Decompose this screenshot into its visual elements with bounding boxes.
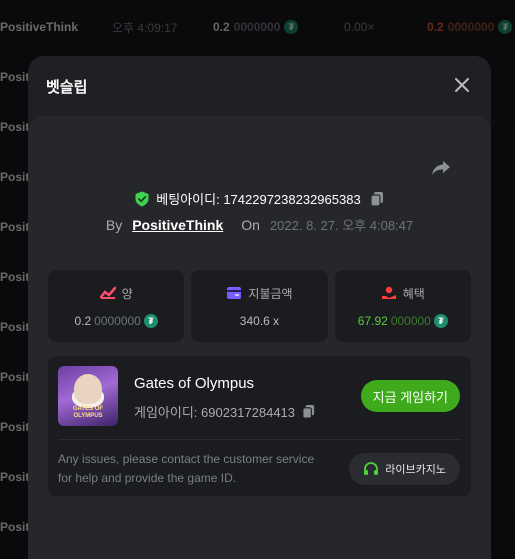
game-card: GATES OF OLYMPUS Gates of Olympus 게임아이디:…	[48, 356, 471, 496]
shield-check-icon	[135, 191, 149, 206]
game-thumbnail[interactable]: GATES OF OLYMPUS	[58, 366, 118, 426]
betslip-details: 베팅아이디: 1742297238232965383 By PositiveTh…	[28, 116, 491, 559]
by-label: By	[105, 216, 123, 233]
tether-icon: ₮	[143, 313, 158, 328]
bet-stats: 양 0.2 0000000 ₮ 지불금액 340.6 x 혜택 67.92 00…	[48, 270, 471, 342]
help-text: Any issues, please contact the customer …	[58, 452, 315, 485]
copy-icon[interactable]	[369, 191, 385, 207]
headset-icon	[364, 462, 379, 475]
live-casino-button[interactable]: 라이브카지노	[349, 453, 460, 485]
stat-wager-value: 0.2	[74, 313, 92, 328]
stat-payout: 지불금액 340.6 x	[191, 270, 328, 342]
tether-icon: ₮	[433, 313, 448, 328]
game-id: 게임아이디: 6902317284413	[134, 405, 296, 420]
close-button[interactable]	[451, 74, 473, 96]
stat-profit-value: 67.92	[357, 313, 388, 328]
stat-payout-value: 340.6 x	[239, 313, 280, 328]
divider	[58, 439, 461, 440]
stat-wager-label: 양	[121, 286, 133, 301]
stat-payout-label: 지불금액	[248, 286, 293, 301]
game-id-line: 게임아이디: 6902317284413	[134, 402, 316, 421]
on-label: On	[241, 216, 260, 233]
bet-id: 베팅아이디: 1742297238232965383	[156, 192, 361, 207]
copy-icon[interactable]	[301, 404, 316, 419]
share-icon[interactable]	[429, 156, 453, 180]
wager-icon	[99, 286, 116, 299]
bet-id-line: 베팅아이디: 1742297238232965383	[28, 189, 491, 208]
close-icon[interactable]	[455, 78, 469, 92]
by-line: By PositiveThink On 2022. 8. 27. 오후 4:08…	[28, 215, 491, 234]
stat-wager: 양 0.2 0000000 ₮	[48, 270, 185, 342]
game-thumbnail-label: GATES OF OLYMPUS	[72, 406, 104, 419]
play-now-button[interactable]: 지금 게임하기	[360, 380, 460, 412]
stat-profit-label: 혜택	[402, 286, 425, 301]
username-link[interactable]: PositiveThink	[132, 217, 223, 233]
stat-profit-value-dim: 000000	[390, 313, 431, 328]
payout-card-icon	[227, 287, 242, 299]
game-name: Gates of Olympus	[134, 375, 255, 392]
profit-hand-icon	[381, 286, 396, 299]
live-casino-label: 라이브카지노	[385, 464, 446, 476]
bet-date: 2022. 8. 27. 오후 4:08:47	[269, 218, 414, 233]
stat-wager-value-dim: 0000000	[94, 313, 141, 328]
modal-title: 벳슬립	[46, 79, 88, 96]
stat-profit: 혜택 67.92 000000 ₮	[334, 270, 471, 342]
betslip-modal: 벳슬립 베팅아이디: 1742297238232965383 By Positi…	[28, 56, 491, 559]
